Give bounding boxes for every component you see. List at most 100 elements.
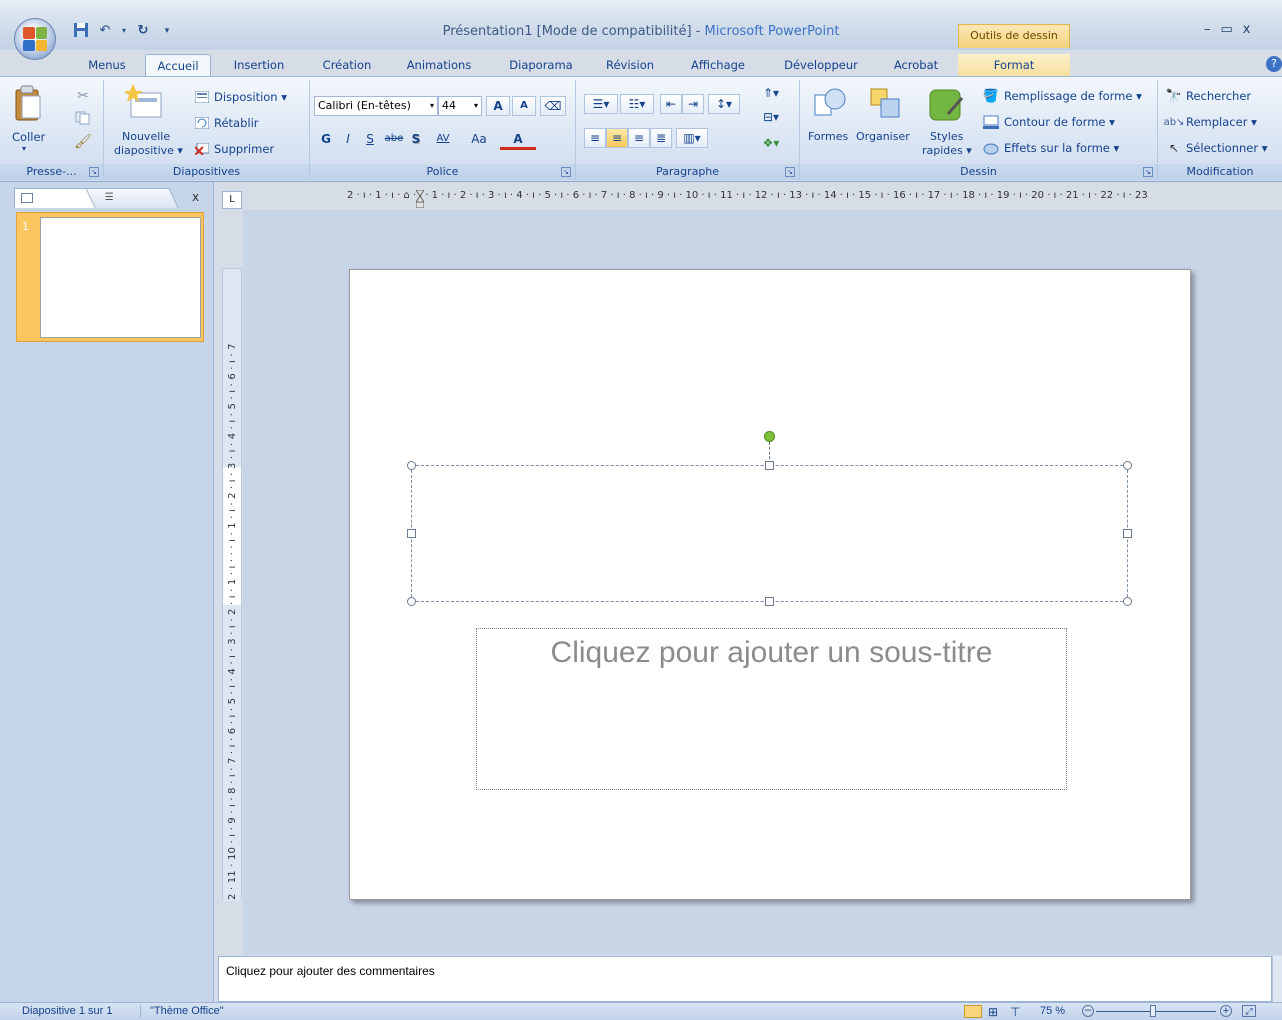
pane-close-button[interactable]: x <box>192 190 199 204</box>
normal-view-icon[interactable] <box>964 1005 982 1018</box>
resize-handle-top[interactable] <box>765 461 774 470</box>
slideshow-view-icon[interactable]: ⊤ <box>1010 1005 1020 1019</box>
paste-button[interactable]: Coller <box>12 130 45 144</box>
new-slide-icon[interactable] <box>124 82 166 122</box>
shape-fill-button[interactable]: Remplissage de forme ▾ <box>1004 89 1142 103</box>
font-size-dropdown-icon[interactable]: ▾ <box>474 97 478 115</box>
fit-to-window-icon[interactable]: ⤢ <box>1242 1005 1256 1017</box>
tab-accueil[interactable]: Accueil <box>145 54 211 76</box>
decrease-indent-icon[interactable]: ⇤ <box>660 94 682 114</box>
arrange-icon[interactable] <box>866 84 906 124</box>
tab-menus[interactable]: Menus <box>78 54 136 76</box>
zoom-in-icon[interactable]: + <box>1220 1005 1232 1017</box>
paragraph-dialog-launcher-icon[interactable]: ↘ <box>785 167 795 177</box>
font-size-combo[interactable]: 44 ▾ <box>438 96 482 116</box>
columns-icon[interactable]: ▥▾ <box>676 128 708 148</box>
shapes-button[interactable]: Formes <box>808 130 848 143</box>
zoom-slider-track[interactable] <box>1096 1011 1216 1012</box>
minimize-button[interactable]: – <box>1204 22 1211 37</box>
resize-handle-right[interactable] <box>1123 529 1132 538</box>
slide-thumbnail[interactable] <box>40 217 201 338</box>
arrange-button[interactable]: Organiser <box>856 130 910 143</box>
layout-button[interactable]: Disposition ▾ <box>214 90 287 104</box>
tab-format[interactable]: Format <box>958 54 1070 76</box>
bullets-icon[interactable]: ☰▾ <box>584 94 618 114</box>
shape-outline-button[interactable]: Contour de forme ▾ <box>1004 115 1115 129</box>
help-icon[interactable]: ? <box>1266 56 1282 72</box>
resize-handle-bottom-right[interactable] <box>1123 597 1132 606</box>
bold-button[interactable]: G <box>316 130 336 150</box>
shadow-button[interactable]: S <box>406 130 426 150</box>
notes-pane[interactable] <box>218 956 1272 1002</box>
notes-scrollbar[interactable] <box>1272 956 1282 1002</box>
maximize-button[interactable]: ▭ <box>1221 22 1233 37</box>
tab-affichage[interactable]: Affichage <box>680 54 756 76</box>
italic-button[interactable]: I <box>338 130 358 150</box>
slide-sorter-view-icon[interactable]: ⊞ <box>988 1005 998 1019</box>
increase-indent-icon[interactable]: ⇥ <box>682 94 704 114</box>
text-direction-icon[interactable]: ⇑▾ <box>756 84 786 104</box>
subtitle-placeholder-text[interactable]: Cliquez pour ajouter un sous-titre <box>476 636 1067 670</box>
slides-tab[interactable] <box>14 188 98 208</box>
office-button[interactable] <box>14 18 56 60</box>
notes-placeholder-text[interactable]: Cliquez pour ajouter des commentaires <box>226 964 435 978</box>
rotation-handle[interactable] <box>764 431 775 442</box>
font-name-combo[interactable]: Calibri (En-têtes) ▾ <box>314 96 438 116</box>
drawing-dialog-launcher-icon[interactable]: ↘ <box>1143 167 1153 177</box>
zoom-out-icon[interactable]: – <box>1082 1005 1094 1017</box>
zoom-slider-thumb[interactable] <box>1150 1005 1156 1017</box>
new-slide-label-2[interactable]: diapositive ▾ <box>114 144 183 157</box>
align-right-icon[interactable]: ≡ <box>628 128 650 148</box>
tab-diaporama[interactable]: Diaporama <box>498 54 584 76</box>
shapes-icon[interactable] <box>810 84 850 124</box>
quick-styles-label-1[interactable]: Styles <box>930 130 963 143</box>
tab-creation[interactable]: Création <box>310 54 384 76</box>
underline-button[interactable]: S <box>360 130 380 150</box>
align-center-icon[interactable]: ≡ <box>606 128 628 148</box>
change-case-button[interactable]: Aa <box>462 130 496 150</box>
select-button[interactable]: Sélectionner ▾ <box>1186 141 1268 155</box>
font-dropdown-icon[interactable]: ▾ <box>430 97 434 115</box>
convert-smartart-icon[interactable]: ❖▾ <box>756 134 786 154</box>
tab-revision[interactable]: Révision <box>596 54 664 76</box>
strikethrough-button[interactable]: abe <box>382 130 406 150</box>
tab-insertion[interactable]: Insertion <box>222 54 296 76</box>
theme-name[interactable]: "Thème Office" <box>150 1005 224 1017</box>
resize-handle-top-left[interactable] <box>407 461 416 470</box>
new-slide-label-1[interactable]: Nouvelle <box>122 130 170 143</box>
resize-handle-bottom-left[interactable] <box>407 597 416 606</box>
clear-format-icon[interactable]: ⌫ <box>540 96 566 116</box>
justify-icon[interactable]: ≣ <box>650 128 672 148</box>
align-left-icon[interactable]: ≡ <box>584 128 606 148</box>
paste-dropdown-icon[interactable]: ▾ <box>22 144 26 153</box>
grow-font-button[interactable]: A <box>486 96 510 116</box>
quick-styles-label-2[interactable]: rapides ▾ <box>922 144 972 157</box>
police-dialog-launcher-icon[interactable]: ↘ <box>561 167 571 177</box>
close-button[interactable]: x <box>1243 22 1251 37</box>
shrink-font-button[interactable]: A <box>512 96 536 116</box>
tab-developpeur[interactable]: Développeur <box>774 54 868 76</box>
cut-icon[interactable]: ✂ <box>74 88 92 104</box>
format-painter-icon[interactable]: 🖌 <box>74 134 92 150</box>
char-spacing-button[interactable]: AV <box>428 130 458 150</box>
copy-icon[interactable] <box>74 110 92 126</box>
align-text-icon[interactable]: ⊟▾ <box>756 108 786 128</box>
resize-handle-left[interactable] <box>407 529 416 538</box>
line-spacing-icon[interactable]: ↕▾ <box>708 94 740 114</box>
indent-marker-icon[interactable] <box>415 189 425 209</box>
find-button[interactable]: Rechercher <box>1186 89 1251 103</box>
font-color-button[interactable]: A <box>500 130 536 150</box>
tab-acrobat[interactable]: Acrobat <box>882 54 950 76</box>
reset-button[interactable]: Rétablir <box>214 116 259 130</box>
shape-effects-button[interactable]: Effets sur la forme ▾ <box>1004 141 1119 155</box>
replace-button[interactable]: Remplacer ▾ <box>1186 115 1257 129</box>
resize-handle-bottom[interactable] <box>765 597 774 606</box>
zoom-level[interactable]: 75 % <box>1040 1005 1065 1017</box>
numbering-icon[interactable]: ☷▾ <box>620 94 654 114</box>
title-placeholder[interactable] <box>407 461 1132 606</box>
tab-animations[interactable]: Animations <box>396 54 482 76</box>
outline-tab[interactable]: ☰ <box>85 188 179 208</box>
paste-icon[interactable] <box>10 84 46 124</box>
quick-styles-icon[interactable] <box>926 82 966 126</box>
dialog-launcher-icon[interactable]: ↘ <box>89 167 99 177</box>
